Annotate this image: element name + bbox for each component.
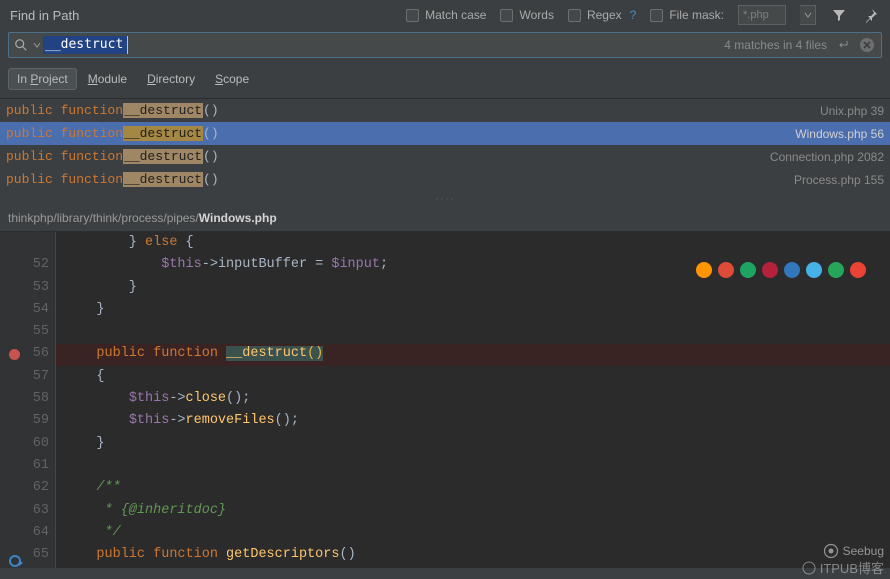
- match-count: 4 matches in 4 files: [724, 37, 881, 53]
- code-line: [64, 321, 890, 343]
- preview-path: thinkphp/library/think/process/pipes/Win…: [0, 205, 890, 232]
- browser-icon[interactable]: [806, 262, 822, 278]
- scope-tab[interactable]: Scope: [206, 68, 258, 90]
- scope-tab[interactable]: In Project: [8, 68, 77, 90]
- line-number: 57: [30, 366, 49, 388]
- title-bar: Find in Path Match case Words Regex ? Fi…: [0, 0, 890, 30]
- breakpoint-icon[interactable]: [9, 349, 20, 360]
- breakpoint-gutter[interactable]: [0, 232, 30, 568]
- line-number: 62: [30, 477, 49, 499]
- window-title: Find in Path: [10, 8, 79, 23]
- code-line: /**: [64, 477, 890, 499]
- search-input-text: __destruct: [43, 36, 128, 54]
- line-number: 61: [30, 455, 49, 477]
- words-checkbox[interactable]: Words: [500, 8, 553, 22]
- line-number: 65: [30, 544, 49, 566]
- regex-help-icon[interactable]: ?: [630, 8, 637, 22]
- split-handle[interactable]: ····: [0, 191, 890, 205]
- checkbox-icon: [568, 9, 581, 22]
- code-line: [64, 455, 890, 477]
- line-number: 63: [30, 500, 49, 522]
- regex-label: Regex: [587, 8, 622, 22]
- pin-icon[interactable]: [862, 6, 880, 24]
- browser-icon[interactable]: [696, 262, 712, 278]
- code-area[interactable]: } else { $this->inputBuffer = $input; } …: [56, 232, 890, 568]
- code-line: {: [64, 366, 890, 388]
- browser-icon[interactable]: [828, 262, 844, 278]
- search-field[interactable]: __destruct 4 matches in 4 files: [8, 32, 882, 58]
- result-row[interactable]: public function __destruct()Unix.php 39: [0, 99, 890, 122]
- line-number: 59: [30, 410, 49, 432]
- checkbox-icon: [500, 9, 513, 22]
- line-number: 58: [30, 388, 49, 410]
- browser-icon[interactable]: [850, 262, 866, 278]
- line-number: 53: [30, 277, 49, 299]
- line-number: 54: [30, 299, 49, 321]
- filemask-label: File mask:: [669, 8, 724, 22]
- line-number: 60: [30, 433, 49, 455]
- enter-icon: [837, 40, 849, 50]
- code-line: public function getDescriptors(): [64, 544, 890, 566]
- filter-icon[interactable]: [830, 6, 848, 24]
- regex-checkbox[interactable]: Regex ?: [568, 8, 636, 22]
- line-number: 56: [30, 343, 49, 365]
- browser-icon[interactable]: [784, 262, 800, 278]
- search-icon: [9, 38, 33, 52]
- result-row[interactable]: public function __destruct()Process.php …: [0, 168, 890, 191]
- code-line: }: [64, 433, 890, 455]
- line-number: 64: [30, 522, 49, 544]
- code-line: $this->removeFiles();: [64, 410, 890, 432]
- code-line: * {@inheritdoc}: [64, 500, 890, 522]
- filemask-dropdown[interactable]: [800, 5, 816, 25]
- scope-tab[interactable]: Module: [79, 68, 136, 90]
- code-line: public function __destruct(): [64, 343, 890, 365]
- line-number: [30, 232, 49, 254]
- filemask-input[interactable]: *.php: [738, 5, 786, 25]
- code-line: } else {: [64, 232, 890, 254]
- result-row[interactable]: public function __destruct()Windows.php …: [0, 122, 890, 145]
- search-history-dropdown[interactable]: [33, 41, 43, 49]
- results-list: public function __destruct()Unix.php 39p…: [0, 99, 890, 191]
- override-icon[interactable]: [9, 555, 21, 567]
- line-number: 52: [30, 254, 49, 276]
- code-line: */: [64, 522, 890, 544]
- chevron-down-icon: [33, 41, 41, 49]
- clear-search-icon[interactable]: [859, 37, 875, 53]
- browser-icons-toolbar: [694, 260, 868, 280]
- checkbox-icon: [650, 9, 663, 22]
- line-number: 55: [30, 321, 49, 343]
- code-preview: 5253545556575859606162636465 } else { $t…: [0, 232, 890, 568]
- code-line: }: [64, 299, 890, 321]
- checkbox-icon: [406, 9, 419, 22]
- browser-icon[interactable]: [718, 262, 734, 278]
- browser-icon[interactable]: [740, 262, 756, 278]
- filemask-checkbox[interactable]: File mask:: [650, 8, 724, 22]
- preview-dir: thinkphp/library/think/process/pipes/: [8, 211, 199, 225]
- scope-tab[interactable]: Directory: [138, 68, 204, 90]
- words-label: Words: [519, 8, 553, 22]
- line-number-gutter: 5253545556575859606162636465: [30, 232, 56, 568]
- preview-file: Windows.php: [199, 211, 277, 225]
- code-line: $this->close();: [64, 388, 890, 410]
- chevron-down-icon: [804, 11, 812, 19]
- match-case-checkbox[interactable]: Match case: [406, 8, 486, 22]
- browser-icon[interactable]: [762, 262, 778, 278]
- scope-tabs: In ProjectModuleDirectoryScope: [0, 64, 890, 99]
- result-row[interactable]: public function __destruct()Connection.p…: [0, 145, 890, 168]
- match-case-label: Match case: [425, 8, 486, 22]
